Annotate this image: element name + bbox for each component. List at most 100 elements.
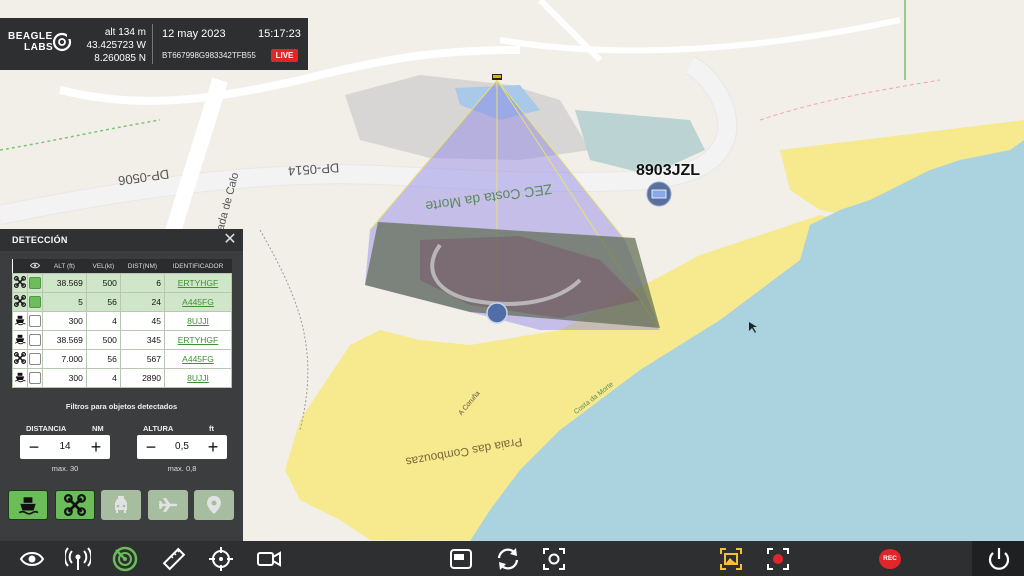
height-decrease-button[interactable]: −	[139, 435, 163, 459]
rec-button[interactable]: REC	[879, 549, 901, 569]
focus-icon[interactable]	[541, 546, 567, 572]
vel-cell: 4	[85, 368, 121, 388]
vehicle-plate-label: 8903JZL	[636, 162, 701, 179]
visibility-checkbox[interactable]	[27, 292, 43, 312]
dist-cell: 345	[119, 330, 166, 350]
vel-cell: 56	[85, 349, 121, 369]
plane-icon	[148, 490, 188, 520]
video-camera-icon[interactable]	[256, 546, 282, 572]
table-row[interactable]: 300 4 45 8UJJI	[12, 311, 232, 331]
radar-icon[interactable]	[112, 546, 138, 572]
alt-cell: 5	[42, 292, 87, 312]
power-icon[interactable]	[986, 546, 1012, 572]
height-max: max. 0,8	[167, 464, 197, 473]
vel-cell: 500	[85, 330, 121, 350]
drone-icon	[12, 349, 28, 369]
vel-cell: 56	[85, 292, 121, 312]
distance-stepper: − 14 +	[20, 435, 110, 459]
drone-icon	[56, 491, 94, 519]
position-readout: alt 134 m 43.425723 W 8.260085 N	[78, 26, 147, 65]
status-header: BEAGLE LABS alt 134 m 43.425723 W 8.2600…	[0, 18, 308, 70]
height-stepper: − 0,5 +	[137, 435, 227, 459]
ship-icon	[12, 311, 28, 331]
alt-cell: 7.000	[42, 349, 87, 369]
eye-icon[interactable]	[19, 546, 45, 572]
logo-line1: BEAGLE	[8, 31, 53, 42]
dist-cell: 6	[119, 273, 166, 293]
detections-table: ALT (ft) VEL(kt) DIST(NM) IDENTIFICADOR …	[12, 259, 232, 388]
logo-line2: LABS	[24, 42, 54, 53]
visibility-checkbox[interactable]	[27, 349, 43, 369]
identifier-link[interactable]: ERTYHGF	[164, 330, 232, 350]
distance-max: max. 30	[51, 464, 79, 473]
table-row[interactable]: 38.569 500 6 ERTYHGF	[12, 273, 232, 293]
identifier-link[interactable]: 8UJJI	[164, 311, 232, 331]
distance-label: DISTANCIA	[26, 424, 67, 433]
filter-car-button[interactable]	[101, 490, 141, 520]
column-header-vel: VEL(kt)	[86, 259, 121, 274]
distance-increase-button[interactable]: +	[84, 435, 108, 459]
picture-in-picture-icon[interactable]	[718, 546, 744, 572]
ruler-icon[interactable]	[161, 546, 187, 572]
device-serial: BT667998G983342TFB55	[162, 51, 256, 60]
height-value[interactable]: 0,5	[161, 435, 203, 459]
filter-location-pin-button[interactable]	[194, 490, 234, 520]
time-label: 15:17:23	[258, 28, 301, 40]
distance-decrease-button[interactable]: −	[22, 435, 46, 459]
crosshair-icon[interactable]	[208, 546, 234, 572]
dist-cell: 2890	[119, 368, 166, 388]
car-icon	[101, 490, 141, 520]
alt-cell: 300	[42, 311, 87, 331]
identifier-link[interactable]: ERTYHGF	[164, 273, 232, 293]
column-header-visibility	[27, 259, 43, 274]
alt-cell: 38.569	[42, 330, 87, 350]
table-row[interactable]: 300 4 2890 8UJJI	[12, 368, 232, 388]
dist-cell: 24	[119, 292, 166, 312]
altitude-value: alt 134 m	[104, 27, 146, 38]
location-pin-icon	[194, 490, 234, 520]
height-unit: ft	[209, 424, 214, 433]
identifier-link[interactable]: A445FG	[164, 349, 232, 369]
sync-icon[interactable]	[495, 546, 521, 572]
table-row[interactable]: 7.000 56 567 A445FG	[12, 349, 232, 369]
window-icon[interactable]	[448, 546, 474, 572]
distance-unit: NM	[92, 424, 104, 433]
column-header-dist: DIST(NM)	[120, 259, 165, 274]
close-icon[interactable]: ✕	[223, 231, 237, 249]
filter-plane-button[interactable]	[147, 490, 188, 520]
table-row[interactable]: 38.569 500 345 ERTYHGF	[12, 330, 232, 350]
vel-cell: 500	[85, 273, 121, 293]
ship-icon	[12, 330, 28, 350]
divider	[152, 24, 153, 64]
alt-cell: 300	[42, 368, 87, 388]
column-header-alt: ALT (ft)	[42, 259, 87, 274]
filter-drone-button[interactable]	[54, 490, 95, 520]
antenna-icon[interactable]	[65, 546, 91, 572]
drone-icon	[12, 273, 28, 293]
panel-title: DETECCIÓN	[12, 235, 68, 245]
filters-title: Filtros para objetos detectados	[65, 402, 178, 411]
record-frame-icon[interactable]	[765, 546, 791, 572]
identifier-link[interactable]: 8UJJI	[164, 368, 232, 388]
visibility-checkbox[interactable]	[27, 311, 43, 331]
ship-icon	[9, 491, 47, 519]
live-badge: LIVE	[271, 49, 298, 62]
alt-cell: 38.569	[42, 273, 87, 293]
distance-value[interactable]: 14	[44, 435, 86, 459]
visibility-checkbox[interactable]	[27, 330, 43, 350]
latitude-value: 43.425723 W	[86, 40, 147, 51]
eye-icon	[29, 262, 41, 268]
visibility-checkbox[interactable]	[27, 368, 43, 388]
vel-cell: 4	[85, 311, 121, 331]
date-label: 12 may 2023	[162, 28, 226, 40]
logo-mark-icon	[52, 32, 73, 52]
filter-ship-button[interactable]	[8, 490, 48, 520]
height-increase-button[interactable]: +	[201, 435, 225, 459]
detection-panel: DETECCIÓN ✕ ALT (ft) VEL(kt) DIST(NM) ID…	[0, 229, 243, 543]
table-row[interactable]: 5 56 24 A445FG	[12, 292, 232, 312]
panel-header: DETECCIÓN ✕	[0, 229, 243, 251]
identifier-link[interactable]: A445FG	[164, 292, 232, 312]
visibility-checkbox[interactable]	[27, 273, 43, 293]
beagle-labs-logo: BEAGLE LABS	[6, 28, 76, 62]
drone-icon	[12, 292, 28, 312]
